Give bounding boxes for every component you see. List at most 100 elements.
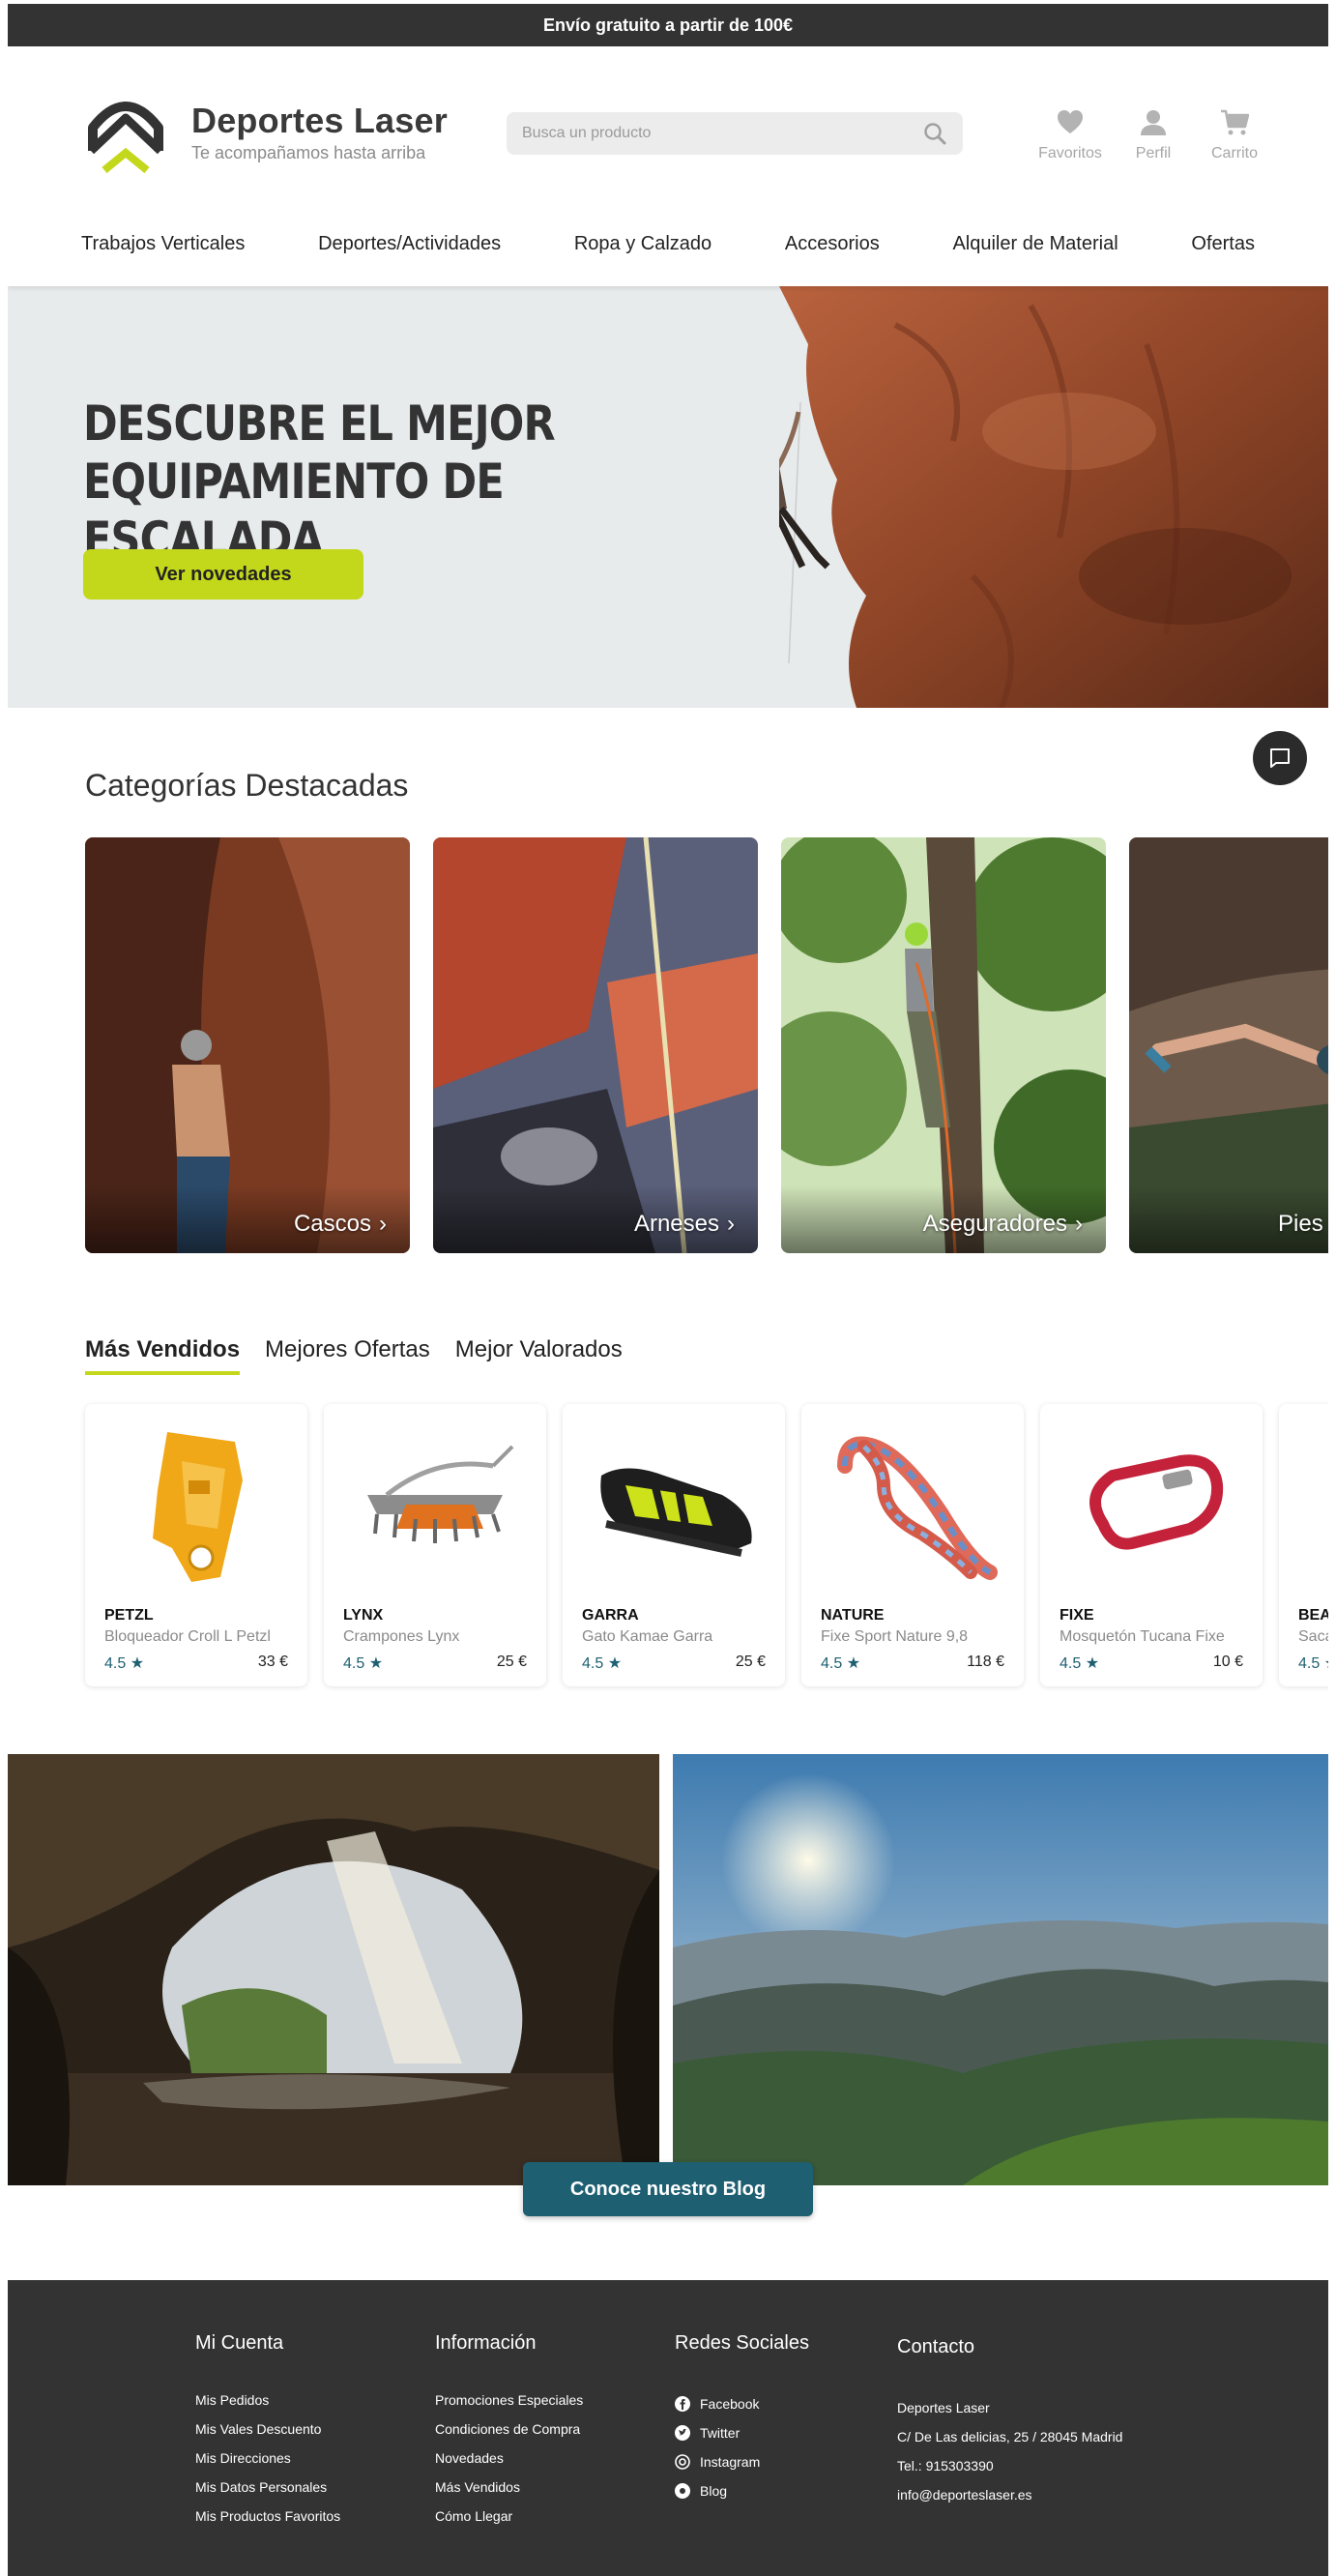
nav-item-deportes-actividades[interactable]: Deportes/Actividades: [318, 233, 501, 255]
cart-button[interactable]: Carrito: [1191, 108, 1278, 162]
category-name-cascos: Cascos: [293, 1211, 371, 1237]
footer-link[interactable]: Mis Pedidos: [195, 2386, 340, 2415]
chevron-right-icon: ›: [379, 1211, 387, 1237]
tab-mas-vendidos[interactable]: Más Vendidos: [85, 1336, 241, 1375]
product-name: Gato Kamae Garra: [582, 1628, 713, 1645]
product-carousel: PETZL Bloqueador Croll L Petzl 4.5 ★ 33 …: [85, 1404, 1328, 1690]
carabiner-image: [1089, 1454, 1224, 1550]
footer-link[interactable]: Novedades: [435, 2444, 583, 2473]
crampons-image: [367, 1445, 514, 1543]
footer-link[interactable]: Mis Productos Favoritos: [195, 2502, 340, 2531]
instagram-icon: [675, 2454, 690, 2470]
product-rating: 4.5 ★: [343, 1655, 384, 1672]
social-label: Twitter: [700, 2425, 741, 2441]
product-name: Fixe Sport Nature 9,8: [821, 1628, 969, 1645]
blog-cta-button[interactable]: Conoce nuestro Blog: [523, 2162, 813, 2216]
blog-icon: [675, 2483, 690, 2499]
social-link-twitter[interactable]: Twitter: [675, 2418, 809, 2447]
social-link-facebook[interactable]: Facebook: [675, 2389, 809, 2418]
profile-button[interactable]: Perfil: [1110, 108, 1197, 162]
product-card[interactable]: LYNX Crampones Lynx 4.5 ★ 25 €: [324, 1404, 546, 1686]
hero-title-line1: DESCUBRE EL MEJOR: [83, 395, 556, 452]
tab-mejores-ofertas[interactable]: Mejores Ofertas: [265, 1336, 430, 1375]
heart-icon: [1058, 110, 1083, 133]
category-image-cascos: [85, 837, 410, 1253]
footer: Mi Cuenta Mis Pedidos Mis Vales Descuent…: [8, 2280, 1328, 2576]
nav-item-ropa-calzado[interactable]: Ropa y Calzado: [574, 233, 712, 255]
category-image-arneses: [433, 837, 758, 1253]
footer-link[interactable]: Promociones Especiales: [435, 2386, 583, 2415]
search-bar[interactable]: [507, 112, 963, 155]
blog-image-mountains: [673, 1754, 1328, 2185]
tab-mejor-valorados[interactable]: Mejor Valorados: [455, 1336, 623, 1375]
category-card-pies-de-gato[interactable]: Pies de Gato: [1129, 837, 1328, 1253]
footer-link[interactable]: Cómo Llegar: [435, 2502, 583, 2531]
product-image: [1279, 1418, 1328, 1592]
main-nav: Trabajos Verticales Deportes/Actividades…: [8, 201, 1328, 286]
footer-heading: Contacto: [897, 2336, 975, 2357]
social-link-blog[interactable]: Blog: [675, 2476, 809, 2505]
product-name: Saca: [1298, 1628, 1328, 1645]
profile-label: Perfil: [1135, 145, 1172, 161]
footer-column-mi-cuenta: Mi Cuenta Mis Pedidos Mis Vales Descuent…: [195, 2332, 340, 2531]
nav-item-trabajos-verticales[interactable]: Trabajos Verticales: [81, 233, 245, 255]
shipping-banner: Envío gratuito a partir de 100€: [8, 4, 1328, 46]
product-rating: 4.5 ★: [1298, 1655, 1328, 1672]
product-card[interactable]: NATURE Fixe Sport Nature 9,8 4.5 ★ 118 €: [801, 1404, 1024, 1686]
category-label-pies-de-gato: Pies de Gato: [1278, 1211, 1328, 1238]
brand-name[interactable]: Deportes Laser: [191, 101, 448, 141]
chat-button[interactable]: [1253, 731, 1307, 785]
product-card[interactable]: FIXE Mosquetón Tucana Fixe 4.5 ★ 10 €: [1040, 1404, 1263, 1686]
contact-email[interactable]: info@deporteslaser.es: [897, 2480, 1122, 2509]
product-price: 33 €: [257, 1654, 288, 1670]
facebook-icon: [675, 2396, 690, 2412]
hero-title: DESCUBRE EL MEJOR EQUIPAMIENTO DE ESCALA…: [83, 395, 715, 569]
footer-link[interactable]: Mis Direcciones: [195, 2444, 340, 2473]
logo-icon[interactable]: [81, 89, 170, 174]
product-brand: FIXE: [1060, 1607, 1094, 1624]
product-brand: LYNX: [343, 1607, 384, 1624]
blog-image-cave: [8, 1754, 659, 2185]
chevron-right-icon: ›: [1075, 1211, 1083, 1237]
contact-company: Deportes Laser: [897, 2400, 990, 2415]
product-card[interactable]: BEA Saca 4.5 ★: [1279, 1404, 1328, 1686]
category-card-aseguradores[interactable]: Aseguradores ›: [781, 837, 1106, 1253]
footer-column-contacto: Contacto Deportes Laser C/ De Las delici…: [897, 2336, 1122, 2509]
nav-item-ofertas[interactable]: Ofertas: [1191, 233, 1255, 255]
product-name: Bloqueador Croll L Petzl: [104, 1628, 271, 1645]
product-image: [85, 1418, 307, 1592]
category-name-aseguradores: Aseguradores: [922, 1211, 1067, 1237]
product-brand: NATURE: [821, 1607, 885, 1624]
footer-heading: Redes Sociales: [675, 2332, 809, 2354]
chevron-right-icon: ›: [727, 1211, 735, 1237]
product-card[interactable]: PETZL Bloqueador Croll L Petzl 4.5 ★ 33 …: [85, 1404, 307, 1686]
product-image: [563, 1418, 785, 1592]
product-price: 10 €: [1212, 1654, 1243, 1670]
footer-link[interactable]: Condiciones de Compra: [435, 2415, 583, 2444]
product-image: [324, 1418, 546, 1592]
product-name: Crampones Lynx: [343, 1628, 460, 1645]
nav-item-accesorios[interactable]: Accesorios: [785, 233, 880, 255]
shipping-banner-text: Envío gratuito a partir de 100€: [542, 15, 794, 35]
favorites-button[interactable]: Favoritos: [1027, 108, 1114, 162]
chat-icon: [1270, 748, 1290, 768]
footer-link[interactable]: Mis Vales Descuento: [195, 2415, 340, 2444]
footer-link[interactable]: Mis Datos Personales: [195, 2473, 340, 2502]
product-rating: 4.5 ★: [582, 1655, 623, 1672]
footer-link[interactable]: Más Vendidos: [435, 2473, 583, 2502]
hero-cta-button[interactable]: Ver novedades: [83, 549, 363, 600]
cart-icon: [1221, 109, 1249, 135]
search-input[interactable]: [522, 125, 922, 142]
search-icon[interactable]: [922, 121, 947, 146]
twitter-icon: [675, 2425, 690, 2441]
category-card-arneses[interactable]: Arneses ›: [433, 837, 758, 1253]
categories-title: Categorías Destacadas: [85, 768, 409, 803]
category-label-cascos: Cascos ›: [294, 1211, 387, 1238]
contact-phone[interactable]: Tel.: 915303390: [897, 2451, 1122, 2480]
category-name-pies-de-gato: Pies de Gato: [1278, 1211, 1328, 1237]
category-image-aseguradores: [781, 837, 1106, 1253]
category-card-cascos[interactable]: Cascos ›: [85, 837, 410, 1253]
product-card[interactable]: GARRA Gato Kamae Garra 4.5 ★ 25 €: [563, 1404, 785, 1686]
social-link-instagram[interactable]: Instagram: [675, 2447, 809, 2476]
nav-item-alquiler[interactable]: Alquiler de Material: [952, 233, 1118, 255]
